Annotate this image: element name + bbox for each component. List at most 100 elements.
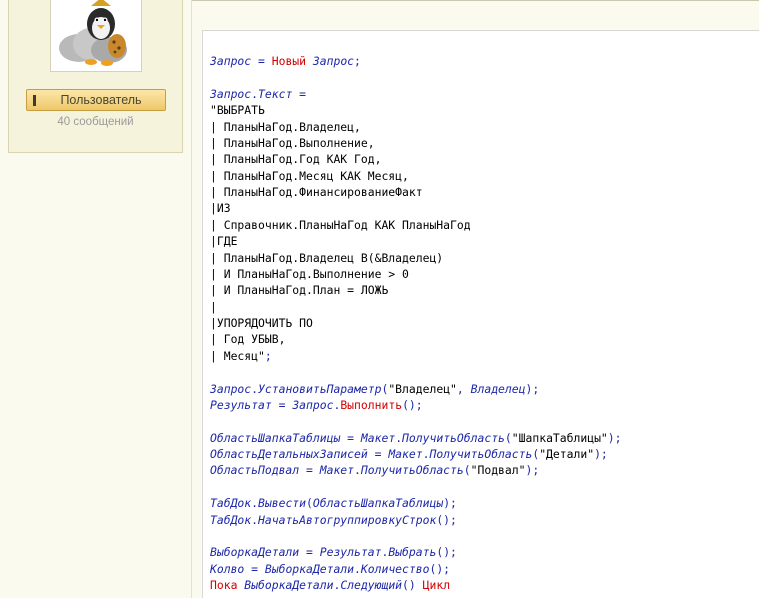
code-line: Пока ВыборкаДетали.Следующий() Цикл bbox=[210, 577, 622, 593]
code-line: ОбластьШапкаТаблицы = Макет.ПолучитьОбла… bbox=[210, 430, 622, 446]
code-token: ОбластьПодвал bbox=[210, 463, 300, 478]
code-token: | И ПланыНаГод.План = ЛОЖЬ bbox=[210, 283, 389, 298]
code-lines: Запрос = Новый Запрос; Запрос.Текст = "ВЫ… bbox=[210, 53, 622, 593]
code-token: "Владелец" bbox=[388, 381, 457, 396]
code-token: | Справочник.ПланыНаГод КАК ПланыНаГод bbox=[210, 217, 471, 232]
code-token: ВыборкаДетали bbox=[210, 545, 300, 560]
code-token: = bbox=[271, 397, 293, 412]
code-token: = bbox=[244, 561, 265, 576]
code-token: | ПланыНаГод.ФинансированиеФакт bbox=[210, 185, 423, 199]
code-token: Количество bbox=[360, 561, 430, 576]
code-token: , bbox=[456, 381, 471, 396]
code-token: ВыборкаДетали bbox=[237, 578, 334, 592]
code-line: ВыборкаДетали = Результат.Выбрать(); bbox=[210, 544, 622, 560]
code-token: ( bbox=[463, 463, 471, 478]
code-token: . bbox=[251, 496, 259, 511]
code-token: Цикл bbox=[422, 578, 451, 592]
code-line: | bbox=[210, 299, 622, 315]
code-token: ТабДок bbox=[210, 496, 252, 511]
user-role-button[interactable]: Пользователь bbox=[26, 89, 166, 111]
code-token: Запрос bbox=[292, 397, 334, 412]
code-line: | И ПланыНаГод.План = ЛОЖЬ bbox=[210, 282, 622, 298]
role-marker-icon bbox=[33, 95, 36, 106]
code-token: = bbox=[299, 463, 320, 478]
code-token: | Месяц" bbox=[210, 348, 265, 363]
code-token: Запрос bbox=[210, 381, 252, 396]
code-token: Запрос bbox=[210, 54, 252, 68]
code-token: "Подвал" bbox=[470, 463, 526, 478]
code-token: Макет bbox=[319, 463, 355, 478]
message-count: 40 сообщений bbox=[57, 116, 134, 128]
code-token: Текст bbox=[258, 86, 293, 101]
code-line: Результат = Запрос.Выполнить(); bbox=[210, 397, 622, 413]
code-line: | ПланыНаГод.Месяц КАК Месяц, bbox=[210, 168, 622, 184]
code-token: |ГДЕ bbox=[210, 234, 238, 249]
code-line: |УПОРЯДОЧИТЬ ПО bbox=[210, 315, 622, 331]
code-token: ОбластьШапкаТаблицы bbox=[210, 430, 341, 445]
code-token: | ПланыНаГод.Владелец В(&Владелец) bbox=[210, 250, 444, 265]
code-line: Запрос = Новый Запрос; bbox=[210, 53, 622, 69]
avatar[interactable] bbox=[50, 0, 142, 72]
code-token: Новый bbox=[271, 54, 307, 68]
code-block[interactable]: Запрос = Новый Запрос; Запрос.Текст = "ВЫ… bbox=[202, 30, 759, 598]
code-token: ); bbox=[525, 463, 540, 478]
code-token: ; bbox=[264, 348, 272, 363]
code-line: "ВЫБРАТЬ bbox=[210, 102, 622, 118]
code-token: . bbox=[354, 463, 361, 478]
code-token: = bbox=[292, 86, 307, 101]
code-token: ( bbox=[306, 496, 313, 511]
penguin-avatar-icon bbox=[59, 0, 127, 66]
author-sidebar: Пользователь 40 сообщений bbox=[0, 0, 191, 598]
code-line: |ИЗ bbox=[210, 200, 622, 216]
code-token: Вывести bbox=[258, 496, 307, 511]
code-token: ); bbox=[607, 430, 622, 445]
code-token: УстановитьПараметр bbox=[258, 381, 382, 396]
code-token: Пока bbox=[210, 578, 238, 592]
code-token: | ПланыНаГод.Владелец, bbox=[210, 119, 361, 134]
user-role-label: Пользователь bbox=[60, 93, 142, 107]
code-line: Колво = ВыборкаДетали.Количество(); bbox=[210, 561, 622, 577]
code-token: | ПланыНаГод.Месяц КАК Месяц, bbox=[210, 168, 409, 183]
code-token: ПолучитьОбласть bbox=[429, 447, 533, 461]
code-token: ); bbox=[525, 381, 540, 396]
code-token: Макет bbox=[388, 447, 423, 461]
code-token: ); bbox=[443, 496, 457, 511]
code-token: НачатьАвтогруппировкуСтрок bbox=[258, 512, 437, 527]
code-token: ОбластьДетальныхЗаписей bbox=[210, 447, 368, 461]
code-token: Результат bbox=[319, 545, 382, 560]
code-line: Запрос.Текст = bbox=[210, 86, 622, 102]
code-token: ОбластьШапкаТаблицы bbox=[312, 496, 444, 511]
code-token: Макет bbox=[360, 430, 396, 445]
profile-box: Пользователь bbox=[8, 0, 183, 153]
code-token: . bbox=[251, 512, 259, 527]
code-token: ); bbox=[594, 447, 608, 461]
code-line: ТабДок.НачатьАвтогруппировкуСтрок(); bbox=[210, 512, 622, 528]
code-line: ТабДок.Вывести(ОбластьШапкаТаблицы); bbox=[210, 495, 622, 511]
code-token: (); bbox=[436, 545, 457, 560]
code-token: ; bbox=[354, 54, 361, 68]
code-line: | ПланыНаГод.Владелец, bbox=[210, 119, 622, 135]
code-line: ОбластьПодвал = Макет.ПолучитьОбласть("П… bbox=[210, 462, 622, 478]
code-token: . bbox=[251, 86, 259, 101]
code-token: | ПланыНаГод.Год КАК Год, bbox=[210, 152, 382, 167]
code-token: "ШапкаТаблицы" bbox=[511, 430, 608, 445]
code-token: . bbox=[251, 381, 259, 396]
code-token: | ПланыНаГод.Выполнение, bbox=[210, 135, 375, 150]
code-line: | И ПланыНаГод.Выполнение > 0 bbox=[210, 266, 622, 282]
code-token: ( bbox=[504, 430, 512, 445]
code-token: = bbox=[299, 545, 320, 560]
code-line: |ГДЕ bbox=[210, 233, 622, 249]
code-token: (); bbox=[436, 512, 457, 527]
code-token: ПолучитьОбласть bbox=[360, 463, 464, 478]
code-line: | ПланыНаГод.Год КАК Год, bbox=[210, 151, 622, 167]
code-token: Выполнить bbox=[340, 397, 403, 412]
code-token: |УПОРЯДОЧИТЬ ПО bbox=[210, 316, 313, 330]
code-token: = bbox=[367, 447, 389, 461]
code-line: | ПланыНаГод.Владелец В(&Владелец) bbox=[210, 250, 622, 266]
code-token: | bbox=[210, 299, 217, 314]
code-token: Результат bbox=[210, 397, 272, 412]
